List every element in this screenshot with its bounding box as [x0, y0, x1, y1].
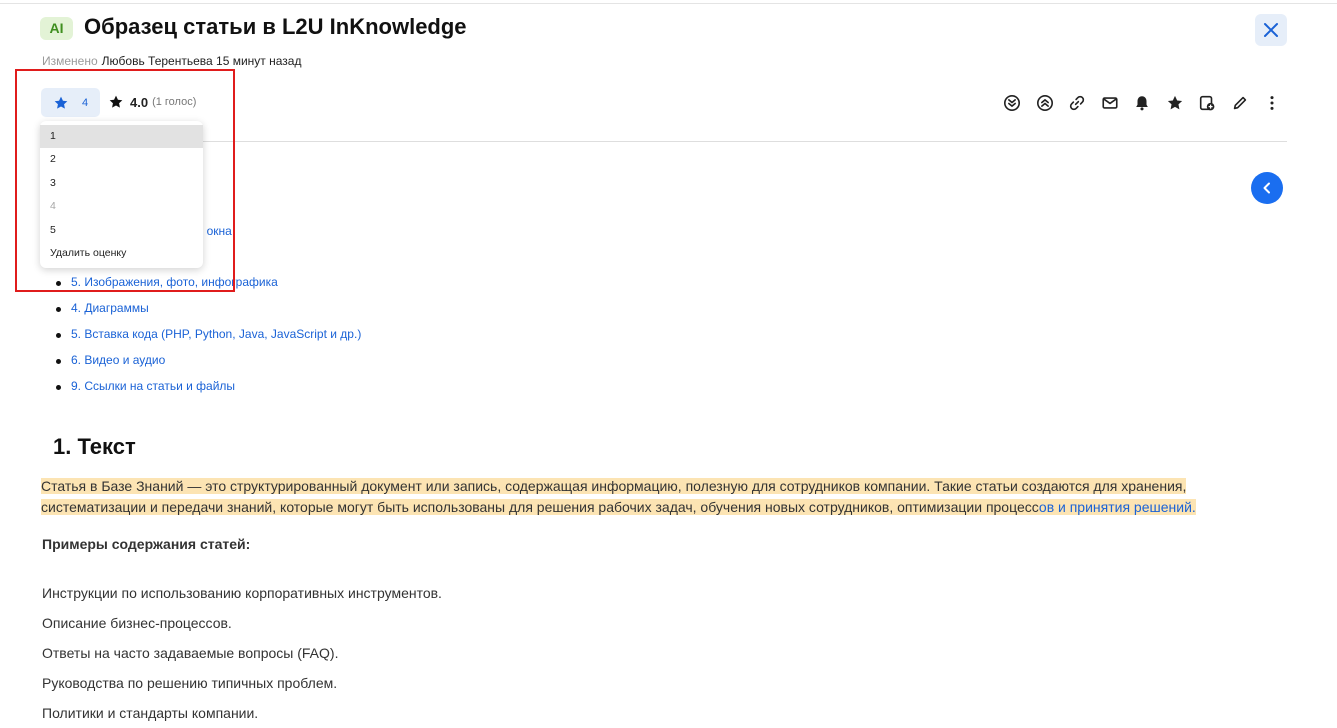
examples-list: Инструкции по использованию корпоративны…	[42, 585, 442, 728]
toc-link[interactable]: 5. Вставка кода (PHP, Python, Java, Java…	[71, 327, 361, 341]
header-divider	[42, 141, 1287, 142]
more-icon	[1270, 96, 1274, 110]
examples-title: Примеры содержания статей:	[42, 536, 251, 552]
mail-icon	[1101, 97, 1118, 109]
email-button[interactable]	[1098, 92, 1122, 114]
edit-button[interactable]	[1228, 92, 1252, 114]
rating-option-5[interactable]: 5	[40, 219, 203, 242]
remove-rating-option[interactable]: Удалить оценку	[40, 242, 203, 265]
link-icon	[1069, 95, 1085, 111]
toc-link[interactable]: 4. Диаграммы	[71, 301, 149, 315]
toc-item: 9. Ссылки на статьи и файлы	[56, 379, 361, 405]
rating-summary: 4.0 (1 голос)	[108, 94, 196, 110]
list-item: Ответы на часто задаваемые вопросы (FAQ)…	[42, 645, 339, 661]
collapse-all-button[interactable]	[1033, 92, 1057, 114]
chevron-left-icon	[1263, 182, 1270, 194]
chevrons-up-circle-icon	[1036, 94, 1053, 112]
rating-option-1[interactable]: 1	[40, 125, 203, 149]
bookmark-icon	[1199, 95, 1215, 111]
list-item: Руководства по решению типичных проблем.	[42, 675, 338, 691]
paragraph-link[interactable]: ов и принятия решений.	[1038, 499, 1196, 515]
copy-link-button[interactable]	[1065, 92, 1089, 114]
list-item: Политики и стандарты компании.	[42, 705, 259, 721]
toc-item: 6. Видео и аудио	[56, 353, 361, 379]
table-of-contents: 5. Изображения, фото, инфографика 4. Диа…	[56, 275, 361, 405]
my-rating-value: 4	[82, 96, 89, 109]
star-icon	[109, 95, 123, 108]
modified-info: Изменено Любовь Терентьева 15 минут назад	[42, 54, 301, 68]
article-toolbar	[1000, 92, 1293, 114]
article-paragraph: Статья в Базе Знаний — это структурирова…	[41, 476, 1241, 518]
toc-item: 5. Вставка кода (PHP, Python, Java, Java…	[56, 327, 361, 353]
rating-dropdown: 1 2 3 4 5 Удалить оценку	[40, 121, 203, 268]
toc-item: 5. Изображения, фото, инфографика	[56, 275, 361, 301]
expand-all-button[interactable]	[1000, 92, 1024, 114]
top-border	[0, 3, 1337, 4]
rating-option-4[interactable]: 4	[40, 195, 203, 218]
more-button[interactable]	[1260, 92, 1284, 114]
edit-icon	[1233, 96, 1246, 110]
toc-link[interactable]: 6. Видео и аудио	[71, 353, 165, 367]
save-to-collection-button[interactable]	[1195, 92, 1219, 114]
star-icon	[1167, 95, 1182, 110]
favorite-button[interactable]	[1163, 92, 1187, 114]
list-item: Инструкции по использованию корпоративны…	[42, 585, 442, 601]
average-rating: 4.0	[130, 94, 149, 110]
star-icon	[54, 96, 68, 109]
rate-button[interactable]: 4	[41, 88, 100, 117]
rating-option-2[interactable]: 2	[40, 148, 203, 171]
toc-item: 4. Диаграммы	[56, 301, 361, 327]
toc-link[interactable]: 9. Ссылки на статьи и файлы	[71, 379, 235, 393]
list-item: Описание бизнес-процессов.	[42, 615, 232, 631]
rating-option-3[interactable]: 3	[40, 172, 203, 195]
highlighted-text: Статья в Базе Знаний — это структурирова…	[41, 478, 1187, 515]
chevrons-down-circle-icon	[1003, 94, 1021, 112]
page-title: Образец статьи в L2U InKnowledge	[84, 14, 467, 39]
section-heading: 1. Текст	[53, 434, 136, 459]
ai-badge: AI	[40, 17, 73, 40]
bell-icon	[1136, 96, 1148, 111]
subscribe-button[interactable]	[1130, 92, 1154, 114]
toc-link[interactable]: 5. Изображения, фото, инфографика	[71, 275, 278, 289]
modified-by: Любовь Терентьева 15 минут назад	[101, 54, 302, 68]
modified-label: Изменено	[42, 54, 98, 68]
votes-count: (1 голос)	[152, 96, 197, 108]
close-button[interactable]	[1255, 14, 1287, 46]
collapse-toc-button[interactable]	[1251, 172, 1283, 204]
close-icon	[1264, 23, 1278, 37]
